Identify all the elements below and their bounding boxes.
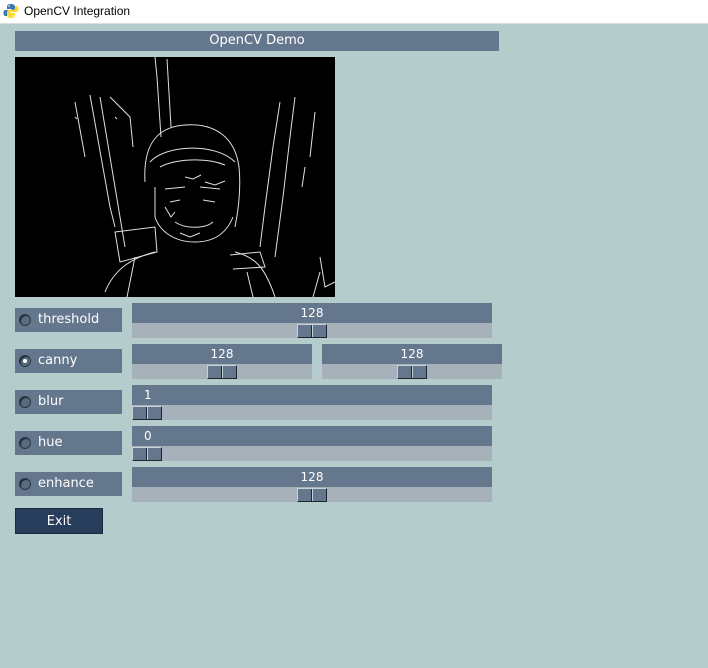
- radio-enhance[interactable]: enhance: [15, 472, 122, 496]
- slider-value: 128: [132, 344, 312, 364]
- slider-value: 0: [132, 426, 492, 446]
- hue-slider[interactable]: 0: [132, 426, 492, 461]
- slider-handle[interactable]: [297, 488, 327, 502]
- enhance-slider[interactable]: 128: [132, 467, 492, 502]
- title-bar: OpenCV Integration: [0, 0, 708, 24]
- radio-button-icon[interactable]: [19, 437, 31, 449]
- radio-hue[interactable]: hue: [15, 431, 122, 455]
- blur-slider[interactable]: 1: [132, 385, 492, 420]
- exit-button[interactable]: Exit: [15, 508, 103, 534]
- radio-canny[interactable]: canny: [15, 349, 122, 373]
- demo-banner: OpenCV Demo: [15, 31, 499, 51]
- window-title: OpenCV Integration: [24, 4, 131, 18]
- edge-image: [74, 57, 335, 297]
- radio-button-icon[interactable]: [19, 355, 31, 367]
- radio-label: threshold: [38, 312, 100, 327]
- video-preview: [15, 57, 335, 297]
- slider-handle[interactable]: [207, 365, 237, 379]
- threshold-slider[interactable]: 128: [132, 303, 492, 338]
- radio-button-icon[interactable]: [19, 314, 31, 326]
- python-icon: [3, 3, 19, 19]
- slider-trough[interactable]: [132, 405, 492, 420]
- canny-slider-high[interactable]: 128: [322, 344, 502, 379]
- radio-label: blur: [38, 394, 64, 409]
- slider-trough[interactable]: [132, 446, 492, 461]
- radio-label: canny: [38, 353, 78, 368]
- radio-threshold[interactable]: threshold: [15, 308, 122, 332]
- slider-value: 128: [132, 467, 492, 487]
- radio-button-icon[interactable]: [19, 478, 31, 490]
- slider-handle[interactable]: [297, 324, 327, 338]
- slider-handle[interactable]: [397, 365, 427, 379]
- slider-value: 1: [132, 385, 492, 405]
- radio-blur[interactable]: blur: [15, 390, 122, 414]
- radio-label: enhance: [38, 476, 94, 491]
- slider-handle[interactable]: [132, 447, 162, 461]
- slider-value: 128: [132, 303, 492, 323]
- radio-label: hue: [38, 435, 63, 450]
- radio-button-icon[interactable]: [19, 396, 31, 408]
- canny-slider-low[interactable]: 128: [132, 344, 312, 379]
- slider-handle[interactable]: [132, 406, 162, 420]
- slider-value: 128: [322, 344, 502, 364]
